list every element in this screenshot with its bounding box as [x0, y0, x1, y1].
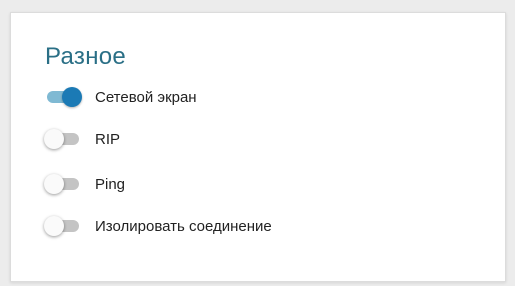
rip-toggle-row[interactable]: RIP [44, 127, 120, 151]
firewall-label: Сетевой экран [95, 88, 197, 106]
firewall-toggle[interactable] [44, 85, 82, 109]
section-title: Разное [45, 43, 127, 70]
toggle-knob [44, 174, 64, 194]
toggle-knob [44, 129, 64, 149]
toggle-knob [44, 216, 64, 236]
rip-toggle[interactable] [44, 127, 82, 151]
firewall-toggle-row[interactable]: Сетевой экран [44, 85, 197, 109]
ping-toggle[interactable] [44, 172, 82, 196]
isolate-connection-toggle-row[interactable]: Изолировать соединение [44, 214, 272, 238]
isolate-connection-label: Изолировать соединение [95, 217, 272, 235]
ping-toggle-row[interactable]: Ping [44, 172, 125, 196]
toggle-knob [62, 87, 82, 107]
misc-settings-card: Разное Сетевой экран RIP Ping Изолироват… [10, 12, 506, 282]
rip-label: RIP [95, 130, 121, 148]
ping-label: Ping [95, 175, 126, 193]
isolate-connection-toggle[interactable] [44, 214, 82, 238]
